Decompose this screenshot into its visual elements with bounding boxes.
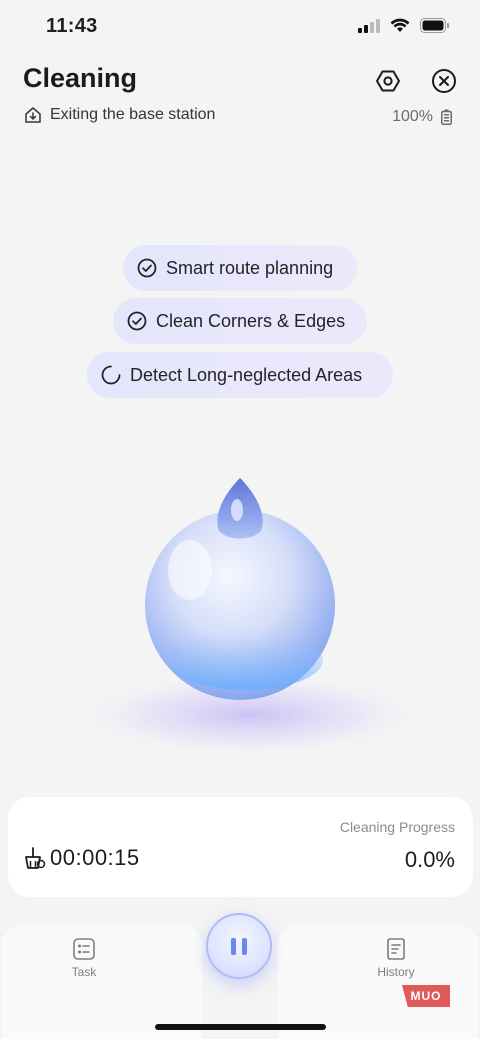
bottom-tab-bar: Task History MUO: [0, 913, 480, 1039]
feature-label: Clean Corners & Edges: [156, 310, 346, 331]
cleaning-progress-value: 0.0%: [404, 847, 455, 872]
header: Cleaning Exiting the base station 100%: [0, 56, 480, 136]
status-time: 11:43: [46, 15, 98, 37]
close-circle-icon: [432, 69, 456, 93]
status-bar: 11:43: [0, 0, 480, 56]
robot-status-text: Exiting the base station: [50, 106, 216, 123]
battery-level: 100%: [392, 108, 452, 126]
tab-history[interactable]: History: [361, 938, 431, 979]
settings-button[interactable]: [369, 62, 407, 100]
wifi-icon: [390, 18, 410, 32]
elapsed-time: 00:00:15: [50, 845, 140, 870]
task-list-icon: [73, 938, 95, 960]
base-station-icon: [25, 107, 41, 123]
status-icons: [358, 18, 450, 33]
feature-chip-route-planning: Smart route planning: [123, 245, 357, 291]
feature-chip-neglected-areas: Detect Long-neglected Areas: [87, 352, 393, 398]
check-circle-icon: [127, 311, 147, 331]
pause-icon-bar-left: [231, 937, 236, 955]
feature-chip-corners-edges: Clean Corners & Edges: [113, 298, 367, 344]
tab-task-label: Task: [71, 965, 97, 979]
water-drop-illustration: [40, 470, 440, 770]
cleaning-broom-icon: [25, 847, 46, 869]
feature-label: Smart route planning: [166, 257, 334, 278]
battery-icon: [441, 109, 452, 125]
signal-icon: [358, 18, 380, 33]
hexagon-settings-icon: [376, 70, 400, 92]
watermark-logo: MUO: [402, 985, 450, 1007]
battery-percent: 100%: [392, 108, 433, 125]
check-circle-icon: [137, 258, 157, 278]
history-document-icon: [387, 938, 405, 960]
home-indicator[interactable]: [155, 1024, 326, 1030]
tab-task[interactable]: Task: [49, 938, 119, 979]
pause-button[interactable]: [206, 913, 272, 979]
loading-spinner-icon: [101, 365, 121, 385]
progress-card: Cleaning Progress 00:00:15 0.0%: [8, 797, 473, 897]
battery-status-icon: [420, 18, 449, 33]
feature-label: Detect Long-neglected Areas: [130, 364, 363, 385]
page-title: Cleaning: [23, 63, 138, 93]
tab-history-label: History: [377, 965, 415, 979]
robot-status: Exiting the base station: [24, 106, 215, 124]
cleaning-progress-label: Cleaning Progress: [339, 819, 455, 835]
close-button[interactable]: [425, 62, 463, 100]
elapsed-timer: 00:00:15: [22, 845, 140, 871]
pause-icon-bar-right: [242, 937, 247, 955]
